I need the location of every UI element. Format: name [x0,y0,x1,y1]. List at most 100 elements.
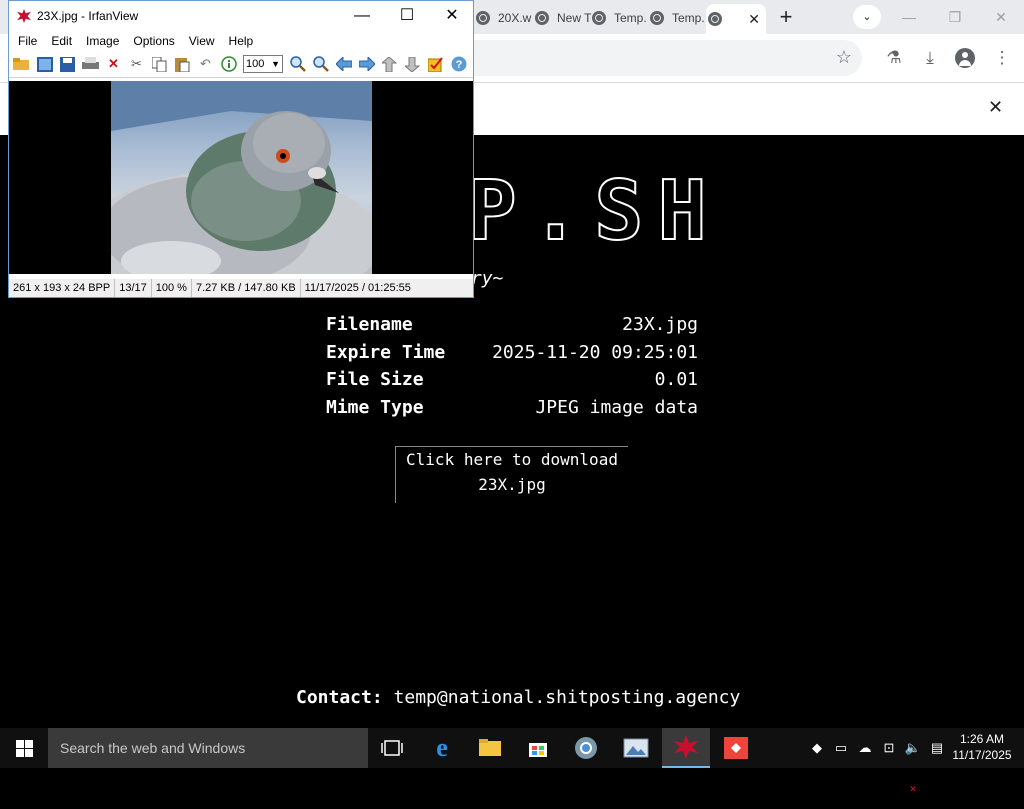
menu-help[interactable]: Help [222,31,261,51]
menu-file[interactable]: File [11,31,44,51]
taskbar-edge[interactable]: e [418,728,466,768]
contact-email-link[interactable]: temp@national.shitposting.agency [394,687,741,708]
clock-time: 1:26 AM [959,732,1005,746]
irfanview-window: 23X.jpg - IrfanView — ☐ ✕ File Edit Imag… [8,0,474,298]
menu-kebab-icon[interactable]: ⋮ [990,46,1014,70]
help-icon[interactable]: ? [449,55,468,74]
contact-label: Contact: [296,687,383,708]
network-icon[interactable]: ⊡ [880,728,898,768]
restore-button[interactable]: ❐ [940,6,970,28]
taskbar-store[interactable] [514,728,562,768]
thumbnails-icon[interactable] [35,55,54,74]
zoom-out-icon[interactable] [311,55,330,74]
field-value: 2025-11-20 09:25:01 [492,341,698,363]
info-icon[interactable] [219,55,238,74]
status-filesize: 7.27 KB / 147.80 KB [192,279,301,297]
volume-muted-icon[interactable]: 🔈✕ [903,728,923,794]
rotate-left-icon[interactable] [380,55,399,74]
address-bar[interactable]: ☆ [470,40,862,76]
download-label: Click here to download [406,450,618,469]
pigeon-photo [111,81,372,274]
infobar-close-icon[interactable]: ✕ [988,97,1003,118]
open-folder-icon[interactable] [12,55,31,74]
minimize-button[interactable]: — [342,5,382,27]
taskbar-anydesk[interactable] [712,728,760,768]
copy-icon[interactable] [150,55,169,74]
properties-icon[interactable] [426,55,445,74]
folder-icon [479,739,501,756]
profile-avatar-icon[interactable] [955,48,975,68]
bookmark-star-icon[interactable]: ☆ [836,47,852,68]
field-label: Filename [326,314,413,335]
download-icon[interactable]: ⤓ [918,46,942,70]
status-datetime: 11/17/2025 / 01:25:55 [304,282,411,294]
tab-label: 20X.w [498,11,532,25]
zoom-value: 100 [246,58,265,70]
status-index: 13/17 [115,279,152,297]
field-label: Mime Type [326,396,424,418]
start-button[interactable] [0,728,48,768]
undo-icon[interactable]: ↶ [196,55,215,74]
menu-view[interactable]: View [182,31,222,51]
delete-icon[interactable]: ✕ [104,55,123,74]
tab-active[interactable]: ✕ [706,4,766,34]
close-tab-icon[interactable]: ✕ [742,11,766,28]
taskbar-file-explorer[interactable] [466,728,514,768]
chevron-down-icon: ▼ [271,59,280,69]
field-label: Expire Time [326,341,446,363]
labs-flask-icon[interactable]: ⚗ [882,46,906,70]
tab-1[interactable]: 20X.w [476,4,534,32]
clock-date: 11/17/2025 [952,748,1012,762]
taskbar-chrome[interactable] [562,728,610,768]
contact-line: Contact: temp@national.shitposting.agenc… [296,687,740,708]
info-row-expire: Expire Time 2025-11-20 09:25:01 [326,339,698,367]
taskbar-search-box[interactable]: Search the web and Windows [48,728,368,768]
task-view-button[interactable] [368,728,416,768]
next-arrow-icon[interactable] [357,55,376,74]
taskbar-irfanview[interactable] [662,728,710,768]
download-filename: 23X.jpg [478,475,546,494]
save-icon[interactable] [58,55,77,74]
taskbar: Search the web and Windows e ◆ ▭ ☁ ⊡ 🔈✕ … [0,728,1024,794]
image-viewport[interactable] [9,81,473,274]
rotate-right-icon[interactable] [403,55,422,74]
tab-search-button[interactable]: ⌄ [853,5,881,29]
clock[interactable]: 1:26 AM 11/17/2025 [944,731,1020,763]
taskbar-photos[interactable] [612,728,660,768]
image-viewer-icon [623,738,649,758]
menu-edit[interactable]: Edit [44,31,79,51]
field-label: File Size [326,369,424,390]
close-button[interactable]: ✕ [432,5,472,27]
tab-3[interactable]: Temp. [592,4,648,32]
task-view-icon [381,740,403,756]
chrome-icon [575,737,597,759]
tab-4[interactable]: Temp. [650,4,706,32]
paste-icon[interactable] [173,55,192,74]
toolbar: ✕ ✂ ↶ 100 ▼ ? [9,51,473,78]
svg-text:?: ? [455,59,462,71]
menu-image[interactable]: Image [79,31,126,51]
download-button[interactable]: Click here to download 23X.jpg [395,446,628,503]
info-row-mime: Mime Type JPEG image data [326,394,698,422]
cut-icon[interactable]: ✂ [127,55,146,74]
edge-icon: e [436,733,448,762]
status-bar: 261 x 193 x 24 BPP 13/17 100 % 7.27 KB /… [9,279,473,297]
print-icon[interactable] [81,55,100,74]
irfanview-app-icon [17,9,31,23]
new-tab-button[interactable]: + [775,4,797,30]
zoom-select[interactable]: 100 ▼ [243,55,283,73]
tablet-icon[interactable]: ▭ [832,728,850,768]
field-value: 23X.jpg [622,314,698,335]
info-row-size: File Size 0.01 [326,366,698,394]
zoom-in-icon[interactable] [288,55,307,74]
minimize-button[interactable]: — [894,6,924,28]
tab-label: Temp. [614,11,647,25]
close-button[interactable]: ✕ [986,6,1016,28]
maximize-button[interactable]: ☐ [387,5,427,27]
onedrive-cloud-icon[interactable]: ☁ [856,728,874,768]
previous-arrow-icon[interactable] [334,55,353,74]
tray-overflow-icon[interactable]: ◆ [808,728,826,768]
menu-options[interactable]: Options [126,31,181,51]
tab-label: Temp. [672,11,705,25]
windows-logo-icon [15,739,33,757]
